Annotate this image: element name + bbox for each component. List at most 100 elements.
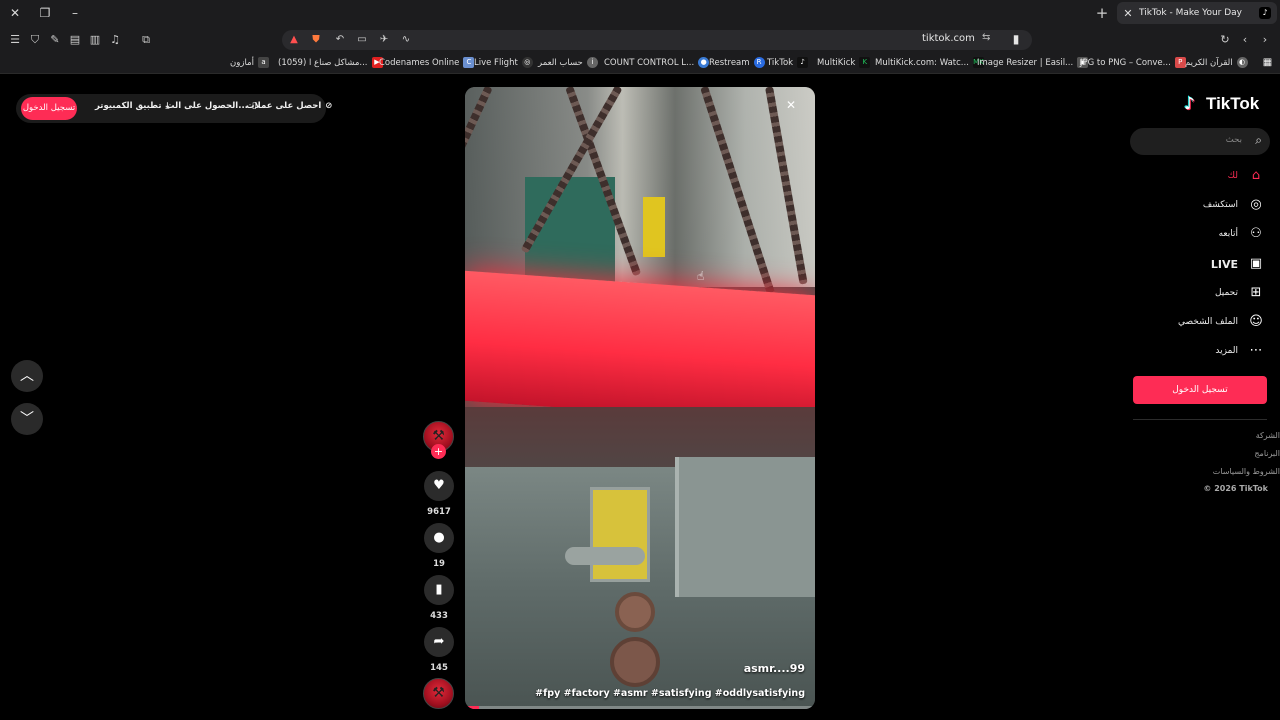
live-flight-icon: ◎ — [521, 57, 533, 68]
follow-plus-icon[interactable]: + — [431, 444, 446, 459]
bookmark-item[interactable]: Codenames Online C — [379, 57, 475, 68]
sidebar-login-button[interactable]: تسجيل الدخول — [1133, 376, 1267, 404]
multikick-icon: K — [859, 57, 871, 68]
heart-icon: ♥ — [433, 478, 445, 493]
sidebar-item-more[interactable]: المزيد ⋯ — [1215, 343, 1264, 359]
reload-icon[interactable]: ↻ — [1217, 32, 1233, 48]
search-input[interactable]: بحث ⌕ — [1130, 128, 1270, 155]
tab-title: TikTok - Make Your Day — [1139, 8, 1243, 18]
bookmark-icon[interactable]: ▮ — [1009, 31, 1023, 47]
sidebar-item-label: المزيد — [1215, 346, 1238, 356]
amazon-icon: a — [257, 57, 269, 68]
restore-window-icon[interactable]: ❐ — [36, 4, 54, 22]
get-app-button[interactable]: الحصول على الت... ▯ — [166, 101, 257, 111]
menu-icon[interactable]: ☰ — [7, 32, 23, 48]
brave-shield-icon[interactable]: ⛊ — [308, 32, 324, 48]
bookmark-item[interactable]: حساب العمر i — [538, 57, 598, 68]
tiktok-logo[interactable]: ♪ TikTok — [1184, 94, 1259, 114]
bookmark-item[interactable]: (1059) مشاكل صناع ا... ▶ — [278, 57, 383, 68]
shield-icon[interactable]: ⛉ — [27, 32, 43, 48]
sidebar-divider — [1133, 419, 1267, 420]
new-tab-button[interactable]: + — [1093, 4, 1111, 22]
undo-icon[interactable]: ↶ — [332, 32, 348, 48]
upload-icon: ⊞ — [1250, 285, 1262, 300]
bookmark-label: Image Resizer | Easil... — [977, 57, 1074, 68]
sidebar-icon[interactable]: ▥ — [87, 32, 103, 48]
sidebar-item-label: LIVE — [1210, 257, 1238, 271]
get-app-label: الحصول على الت... — [166, 101, 248, 111]
brave-rewards-icon[interactable]: ▲ — [286, 32, 302, 48]
profile-icon: ☺ — [1249, 314, 1263, 329]
browser-tab-tiktok[interactable]: ✕ TikTok - Make Your Day ♪ — [1117, 2, 1277, 24]
translate-icon[interactable]: ✈ — [376, 32, 392, 48]
sidebar-item-upload[interactable]: تحميل ⊞ — [1215, 285, 1264, 301]
bookmark-label: Restream — [709, 57, 750, 68]
footer-link-program[interactable]: البرنامج — [1254, 449, 1280, 458]
footer-link-terms[interactable]: الشروط والسياسات — [1213, 467, 1280, 476]
video-progress-fill — [465, 706, 479, 709]
bookmark-item[interactable]: Live Flight ◎ — [474, 57, 533, 68]
sound-disc-avatar[interactable]: ⚒ — [423, 678, 454, 709]
bookmark-label: حساب العمر — [538, 57, 583, 68]
site-settings-icon[interactable]: ⇆ — [982, 32, 990, 43]
sidebar-item-profile[interactable]: الملف الشخصي ☺ — [1178, 314, 1264, 330]
browser-tab-bar: ✕ ❐ – + ✕ TikTok - Make Your Day ♪ — [0, 0, 1280, 26]
url-text: tiktok.com — [922, 33, 975, 44]
sidebar-item-following[interactable]: أتابعه ⚇ — [1219, 226, 1264, 242]
bookmark-item[interactable]: JPG to PNG – Conve... P — [1080, 57, 1186, 68]
bookmark-item[interactable]: Restream R — [709, 57, 765, 68]
tab-manager-icon[interactable]: ▤ — [67, 32, 83, 48]
bookmark-item[interactable]: COUNT CONTROL L... ● — [604, 57, 710, 68]
back-icon[interactable]: ‹ — [1237, 32, 1253, 48]
footer-copyright: © 2026 TikTok — [1203, 484, 1268, 493]
sidebar-item-label: أتابعه — [1218, 229, 1238, 239]
codenames-icon: C — [463, 57, 475, 68]
chevron-up-icon: ︿ — [20, 368, 34, 384]
forward-icon[interactable]: › — [1257, 32, 1273, 48]
sidebar-item-explore[interactable]: استكشف ◎ — [1203, 197, 1264, 213]
previous-video-button[interactable]: ︿ — [11, 360, 43, 392]
all-bookmarks-icon[interactable]: ▦ — [1262, 57, 1273, 68]
script-icon[interactable]: ∿ — [398, 32, 414, 48]
get-coins-button[interactable]: احصل على عملات ⊘ — [246, 101, 332, 111]
video-progress-bar[interactable] — [465, 706, 815, 709]
minimize-window-icon[interactable]: – — [66, 4, 84, 22]
video-username[interactable]: asmr....99 — [744, 662, 805, 675]
bookmark-label: TikTok — [767, 57, 794, 68]
bookmark-label: MultiKick — [817, 57, 856, 68]
bookmark-item[interactable]: Image Resizer | Easil... ▣ — [977, 57, 1089, 68]
get-coins-label: احصل على عملات — [246, 101, 322, 111]
bookmark-item[interactable]: MultiKick K — [817, 57, 871, 68]
bookmark-item[interactable]: القرآن الكريم ◐ — [1185, 57, 1248, 68]
bookmark-label: Live Flight — [474, 57, 518, 68]
extensions-icon[interactable]: ✎ — [47, 32, 63, 48]
screenshot-icon[interactable]: ⧉ — [138, 32, 154, 48]
save-button[interactable]: ▮ — [424, 575, 454, 605]
close-window-icon[interactable]: ✕ — [6, 4, 24, 22]
address-bar[interactable]: ▲ ⛊ ↶ ▭ ✈ ∿ tiktok.com ⇆ — [282, 30, 1032, 50]
sidebar-item-for-you[interactable]: لك ⌂ — [1228, 168, 1264, 184]
footer-link-company[interactable]: الشركة — [1256, 431, 1280, 440]
close-icon[interactable]: ✕ — [783, 97, 799, 113]
bookmark-item[interactable]: أمازون a — [230, 57, 269, 68]
count-control-icon: ● — [698, 57, 710, 68]
bookmark-item[interactable]: MultiKick.com: Watc... MK — [875, 57, 984, 68]
music-icon[interactable]: ♫ — [107, 32, 123, 48]
bookmark-label: JPG to PNG – Conve... — [1080, 57, 1171, 68]
login-button-top[interactable]: تسجيل الدخول — [21, 97, 77, 120]
desktop-app-button[interactable]: تطبيق الكمبيوتر ⤓ — [95, 101, 169, 111]
cast-icon[interactable]: ▭ — [354, 32, 370, 48]
sidebar-item-live[interactable]: LIVE ▣ — [1211, 256, 1264, 272]
share-button[interactable]: ➦ — [424, 627, 454, 657]
tab-close-icon[interactable]: ✕ — [1123, 7, 1133, 20]
comment-button[interactable]: ● — [424, 523, 454, 553]
hot-steel-slab — [465, 270, 815, 426]
next-video-button[interactable]: ﹀ — [11, 403, 43, 435]
sidebar-item-label: الملف الشخصي — [1178, 317, 1238, 327]
search-icon[interactable]: ⌕ — [1255, 133, 1262, 148]
comment-icon: ● — [433, 530, 445, 545]
like-button[interactable]: ♥ — [424, 471, 454, 501]
bookmark-item[interactable]: TikTok ♪ — [767, 57, 809, 68]
video-player[interactable]: ✕ asmr....99 #fpy #factory #asmr #satisf… — [465, 87, 815, 709]
home-icon: ⌂ — [1251, 168, 1261, 183]
